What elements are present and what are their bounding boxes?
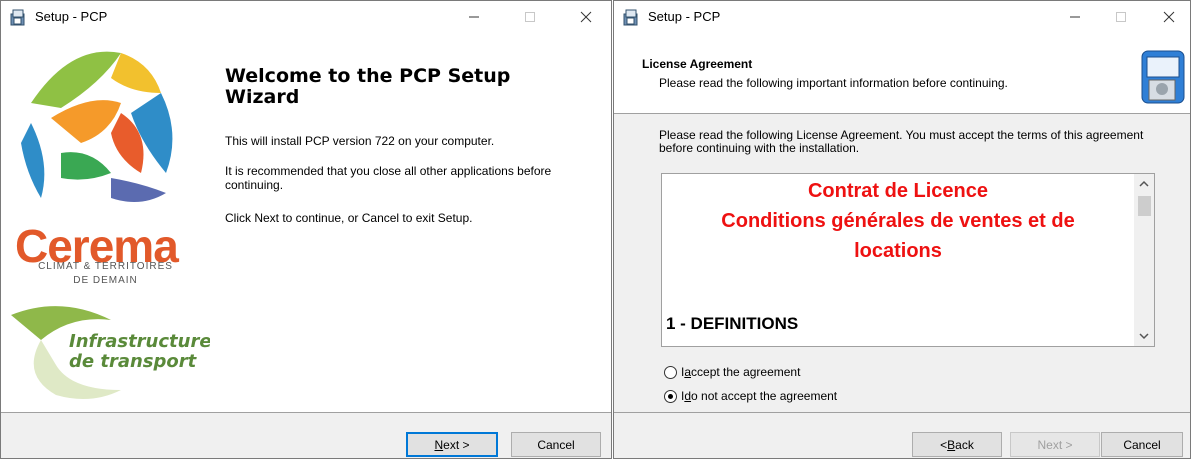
infrastructures-line2: de transport <box>69 351 197 372</box>
scroll-up-icon[interactable] <box>1134 176 1154 192</box>
accept-radio[interactable]: I a ccept the agreement <box>664 365 800 379</box>
cerema-tagline-line2: DE DEMAIN <box>73 275 138 286</box>
cancel-button[interactable]: Cancel <box>511 432 601 457</box>
decline-label-accel: d <box>684 389 692 403</box>
next-label-accel: N <box>434 437 444 452</box>
welcome-panel: Welcome to the PCP Setup Wizard This wil… <box>210 33 611 412</box>
license-subtitle-line1: Conditions générales de ventes et de <box>721 210 1075 232</box>
window-title: Setup - PCP <box>648 9 721 24</box>
back-label-prefix: < <box>940 437 948 452</box>
close-icon <box>1163 11 1175 23</box>
continue-instructions-text: Click Next to continue, or Cancel to exi… <box>225 211 473 225</box>
install-info-text: This will install PCP version 722 on you… <box>225 134 495 148</box>
title-bar: Setup - PCP <box>614 1 1190 33</box>
setup-app-icon <box>10 9 25 26</box>
maximize-button[interactable] <box>1098 1 1144 33</box>
back-label-rest: ack <box>955 437 974 452</box>
installer-computer-icon <box>1141 50 1185 104</box>
license-scrollbar[interactable] <box>1134 174 1154 346</box>
license-text-box[interactable]: Contrat de Licence Conditions générales … <box>661 173 1155 347</box>
maximize-icon <box>525 12 535 22</box>
next-label-rest: ext > <box>443 437 470 452</box>
minimize-icon <box>1070 16 1080 18</box>
license-subtitle-line2: locations <box>854 240 942 262</box>
close-button[interactable] <box>1146 1 1190 33</box>
scroll-down-icon[interactable] <box>1134 328 1154 344</box>
license-content: Contrat de Licence Conditions générales … <box>662 174 1134 346</box>
welcome-heading: Welcome to the PCP Setup Wizard <box>225 65 511 108</box>
minimize-icon <box>469 16 479 18</box>
back-label-accel: B <box>947 437 956 452</box>
close-apps-text: It is recommended that you close all oth… <box>225 164 552 192</box>
next-button[interactable]: Next > <box>1010 432 1100 457</box>
cerema-tagline-line1: CLIMAT & TERRITOIRES <box>38 261 173 272</box>
accept-label-accel: a <box>684 365 692 379</box>
maximize-icon <box>1116 12 1126 22</box>
maximize-button[interactable] <box>507 1 553 33</box>
page-title: License Agreement <box>642 57 753 71</box>
infrastructures-line1: Infrastructures <box>69 331 223 352</box>
decline-radio[interactable]: I do not accept the agreement <box>664 389 837 403</box>
accept-radio-indicator[interactable] <box>664 365 677 379</box>
scroll-thumb[interactable] <box>1138 196 1151 216</box>
header-divider <box>614 113 1190 114</box>
setup-app-icon <box>623 9 638 26</box>
minimize-button[interactable] <box>1052 1 1098 33</box>
next-button[interactable]: Next > <box>406 432 498 457</box>
window-title: Setup - PCP <box>35 9 108 24</box>
wizard-side-image: Cerema CLIMAT & TERRITOIRES DE DEMAIN In… <box>1 33 222 412</box>
back-button[interactable]: < Back <box>912 432 1002 457</box>
setup-license-window: Setup - PCP License Agreement Please rea… <box>613 0 1191 459</box>
accept-label-rest: ccept the agreement <box>691 365 801 379</box>
minimize-button[interactable] <box>451 1 497 33</box>
decline-radio-indicator[interactable] <box>664 389 677 403</box>
page-subtitle: Please read the following important info… <box>659 76 1008 90</box>
wizard-page-header: License Agreement Please read the follow… <box>614 33 1190 113</box>
close-button[interactable] <box>563 1 609 33</box>
license-intro-text: Please read the following License Agreem… <box>659 128 1144 155</box>
license-title: Contrat de Licence <box>807 180 989 202</box>
decline-label-rest: o not accept the agreement <box>691 389 838 403</box>
cerema-logo-graphic <box>21 51 173 202</box>
cancel-button[interactable]: Cancel <box>1101 432 1183 457</box>
license-section-heading: 1 - DEFINITIONS <box>666 314 799 333</box>
setup-welcome-window: Setup - PCP Cerema CLIMAT & TERRITOIRES … <box>0 0 612 459</box>
footer-divider <box>614 412 1190 413</box>
close-icon <box>580 11 592 23</box>
title-bar: Setup - PCP <box>1 1 611 33</box>
footer-divider <box>1 412 611 413</box>
